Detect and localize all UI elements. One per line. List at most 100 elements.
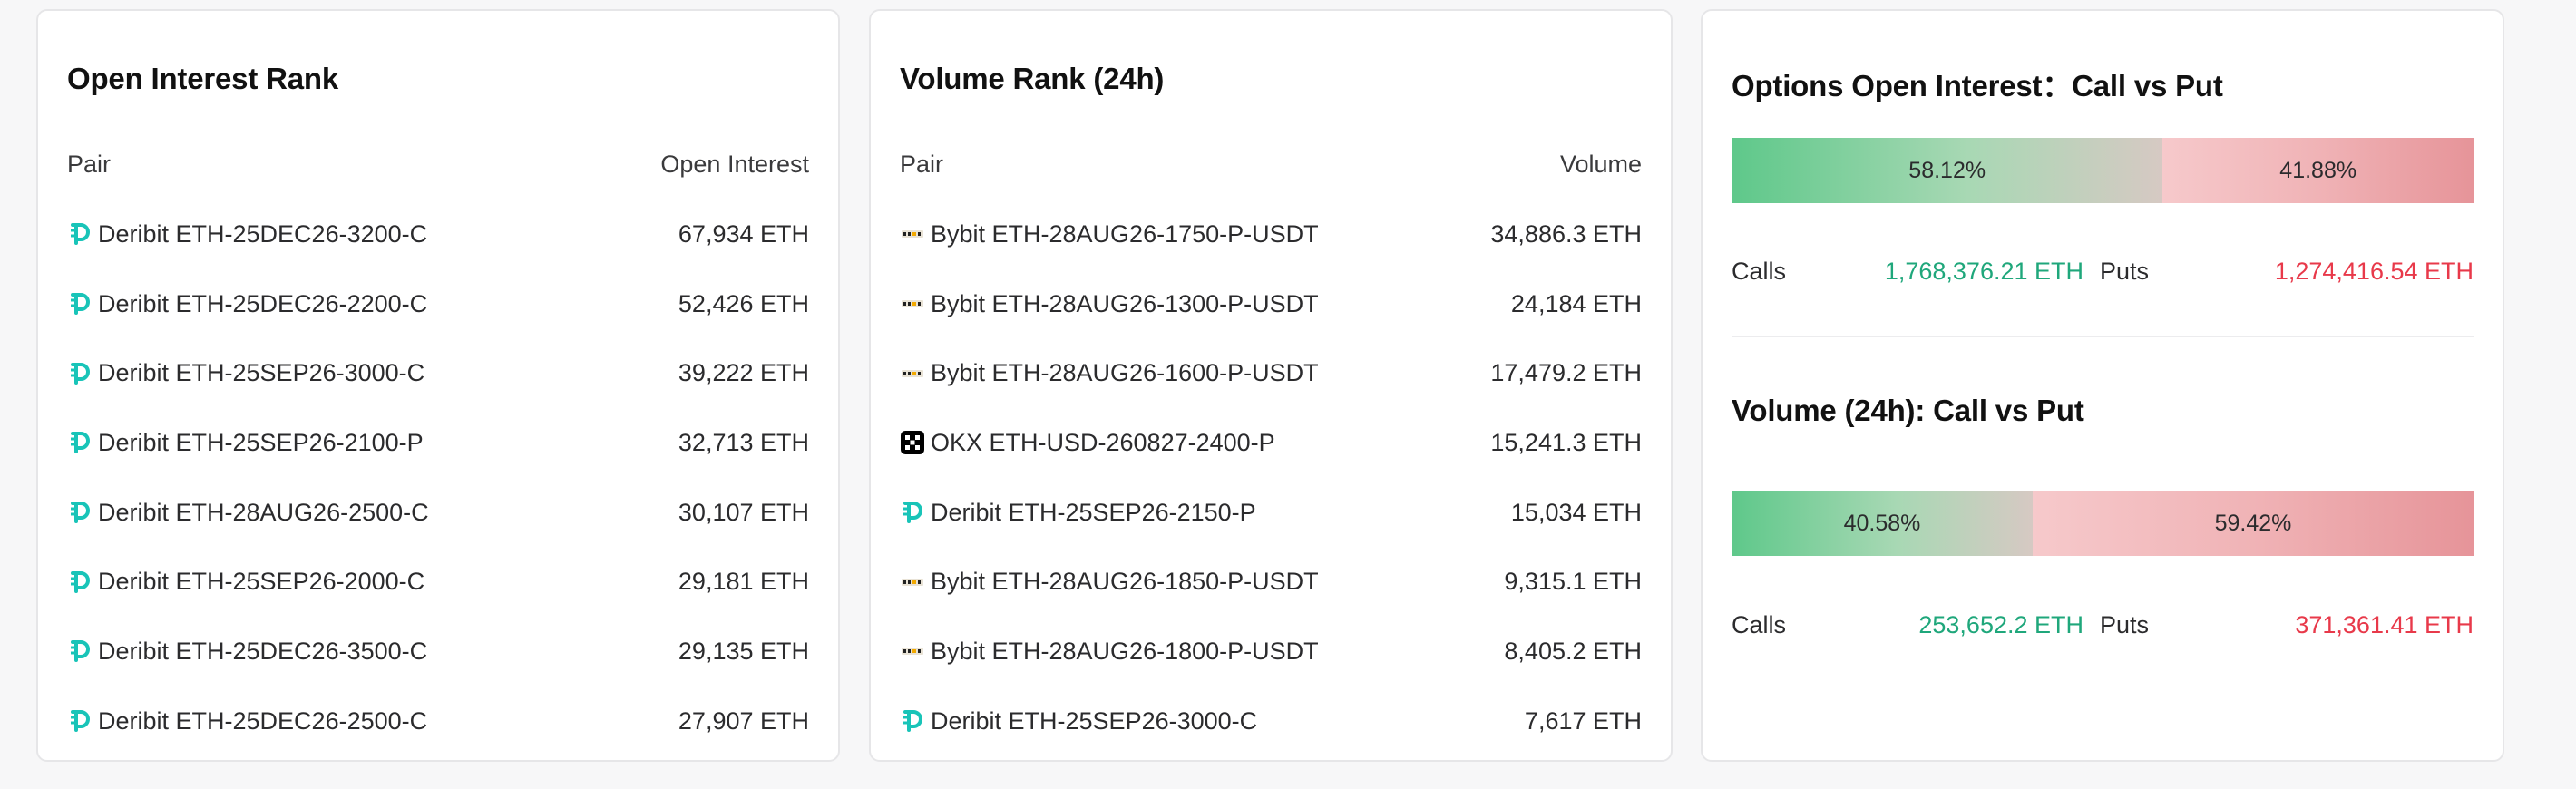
- pair-name[interactable]: Deribit ETH-25SEP26-3000-C: [98, 359, 424, 387]
- volume-row[interactable]: Deribit ETH-25SEP26-3000-C 7,617 ETH: [900, 687, 1642, 756]
- deribit-logo-icon: [67, 500, 98, 525]
- volume-row[interactable]: OKX ETH-USD-260827-2400-P 15,241.3 ETH: [900, 408, 1642, 478]
- pair-name[interactable]: OKX ETH-USD-260827-2400-P: [931, 429, 1275, 457]
- okx-logo-icon: [900, 430, 931, 455]
- open-interest-rank-card: Open Interest Rank Pair Open Interest De…: [36, 9, 840, 762]
- bybit-logo-icon: [900, 570, 931, 595]
- deribit-logo-icon: [67, 708, 98, 734]
- deribit-logo-icon: [67, 361, 98, 386]
- open-interest-row[interactable]: Deribit ETH-25SEP26-2000-C 29,181 ETH: [67, 547, 809, 617]
- pair-name[interactable]: Deribit ETH-25SEP26-2150-P: [931, 499, 1256, 527]
- pair-column-header: Pair: [900, 151, 944, 178]
- open-interest-value: 32,713 ETH: [678, 428, 809, 456]
- options-oi-totals: Calls 1,768,376.21 ETH Puts 1,274,416.54…: [1732, 258, 2474, 290]
- pair-name[interactable]: Deribit ETH-25DEC26-2200-C: [98, 290, 427, 318]
- pair-cell: Bybit ETH-28AUG26-1600-P-USDT: [900, 359, 1319, 387]
- options-dashboard: Open Interest Rank Pair Open Interest De…: [0, 0, 2576, 789]
- volume-value: 24,184 ETH: [1510, 289, 1642, 317]
- pair-cell: Deribit ETH-28AUG26-2500-C: [67, 499, 429, 527]
- open-interest-row[interactable]: Deribit ETH-25DEC26-3200-C 67,934 ETH: [67, 200, 809, 269]
- open-interest-row[interactable]: Deribit ETH-25DEC26-3500-C 29,135 ETH: [67, 617, 809, 687]
- open-interest-column-header: Open Interest: [660, 151, 809, 178]
- pair-cell: Bybit ETH-28AUG26-1800-P-USDT: [900, 638, 1319, 666]
- deribit-logo-icon: [67, 291, 98, 317]
- pair-name[interactable]: Bybit ETH-28AUG26-1300-P-USDT: [931, 290, 1319, 318]
- pair-name[interactable]: Bybit ETH-28AUG26-1750-P-USDT: [931, 220, 1319, 248]
- options-oi-call-segment: 58.12%: [1732, 138, 2163, 203]
- options-oi-put-segment: 41.88%: [2162, 138, 2474, 203]
- open-interest-value: 52,426 ETH: [678, 289, 809, 317]
- pair-cell: Deribit ETH-25SEP26-3000-C: [67, 359, 424, 387]
- volume-puts-label: Puts: [2100, 611, 2150, 638]
- pair-name[interactable]: Deribit ETH-25SEP26-3000-C: [931, 707, 1257, 735]
- volume-row[interactable]: Bybit ETH-28AUG26-1300-P-USDT 24,184 ETH: [900, 269, 1642, 339]
- open-interest-table-header: Pair Open Interest: [67, 151, 809, 179]
- options-oi-put-percent: 41.88%: [2279, 157, 2357, 183]
- pair-cell: Bybit ETH-28AUG26-1300-P-USDT: [900, 290, 1319, 318]
- pair-cell: Deribit ETH-25DEC26-3500-C: [67, 638, 427, 666]
- volume-call-segment: 40.58%: [1732, 491, 2033, 556]
- volume-value: 15,241.3 ETH: [1490, 428, 1642, 456]
- bybit-logo-icon: [900, 638, 931, 664]
- pair-name[interactable]: Bybit ETH-28AUG26-1850-P-USDT: [931, 568, 1319, 596]
- pair-cell: Bybit ETH-28AUG26-1750-P-USDT: [900, 220, 1319, 248]
- volume-row[interactable]: Bybit ETH-28AUG26-1600-P-USDT 17,479.2 ET…: [900, 338, 1642, 408]
- volume-calls-value: 253,652.2 ETH: [1918, 611, 2083, 638]
- deribit-logo-icon: [67, 221, 98, 247]
- volume-value: 9,315.1 ETH: [1504, 568, 1642, 596]
- open-interest-row[interactable]: Deribit ETH-25DEC26-2500-C 27,907 ETH: [67, 687, 809, 756]
- pair-name[interactable]: Deribit ETH-25DEC26-3500-C: [98, 638, 427, 666]
- pair-name[interactable]: Deribit ETH-25DEC26-2500-C: [98, 707, 427, 735]
- pair-cell: Deribit ETH-25SEP26-2000-C: [67, 568, 424, 596]
- pair-name[interactable]: Deribit ETH-25DEC26-3200-C: [98, 220, 427, 248]
- pair-cell: Deribit ETH-25SEP26-2100-P: [67, 429, 424, 457]
- pair-name[interactable]: Bybit ETH-28AUG26-1600-P-USDT: [931, 359, 1319, 387]
- volume-value: 15,034 ETH: [1510, 498, 1642, 526]
- pair-cell: OKX ETH-USD-260827-2400-P: [900, 429, 1275, 457]
- open-interest-value: 29,181 ETH: [678, 568, 809, 596]
- pair-column-header: Pair: [67, 151, 112, 178]
- options-oi-calls-value: 1,768,376.21 ETH: [1884, 258, 2083, 285]
- volume-column-header: Volume: [1559, 151, 1642, 178]
- open-interest-rank-title: Open Interest Rank: [67, 62, 338, 95]
- volume-puts-value: 371,361.41 ETH: [2295, 611, 2474, 638]
- deribit-logo-icon: [900, 708, 931, 734]
- pair-cell: Deribit ETH-25DEC26-3200-C: [67, 220, 427, 248]
- pair-cell: Deribit ETH-25DEC26-2500-C: [67, 707, 427, 735]
- pair-cell: Deribit ETH-25SEP26-2150-P: [900, 499, 1256, 527]
- open-interest-row[interactable]: Deribit ETH-25SEP26-3000-C 39,222 ETH: [67, 338, 809, 408]
- volume-rank-title: Volume Rank (24h): [900, 62, 1165, 95]
- options-oi-puts-label: Puts: [2100, 258, 2150, 285]
- volume-value: 17,479.2 ETH: [1490, 359, 1642, 387]
- options-oi-call-percent: 58.12%: [1908, 157, 1986, 183]
- volume-put-percent: 59.42%: [2214, 510, 2292, 536]
- volume-row[interactable]: Bybit ETH-28AUG26-1750-P-USDT 34,886.3 ET…: [900, 200, 1642, 269]
- pair-name[interactable]: Deribit ETH-28AUG26-2500-C: [98, 499, 429, 527]
- deribit-logo-icon: [67, 638, 98, 664]
- open-interest-row[interactable]: Deribit ETH-25DEC26-2200-C 52,426 ETH: [67, 269, 809, 339]
- open-interest-value: 27,907 ETH: [678, 706, 809, 735]
- open-interest-row[interactable]: Deribit ETH-28AUG26-2500-C 30,107 ETH: [67, 478, 809, 548]
- open-interest-value: 67,934 ETH: [678, 219, 809, 248]
- volume-call-put-title: Volume (24h): Call vs Put: [1732, 394, 2084, 427]
- pair-name[interactable]: Deribit ETH-25SEP26-2000-C: [98, 568, 424, 596]
- open-interest-rows: Deribit ETH-25DEC26-3200-C 67,934 ETH Deri…: [67, 200, 809, 756]
- deribit-logo-icon: [900, 500, 931, 525]
- options-oi-ratio-bar: 58.12% 41.88%: [1732, 138, 2474, 203]
- pair-name[interactable]: Deribit ETH-25SEP26-2100-P: [98, 429, 424, 457]
- volume-row[interactable]: Bybit ETH-28AUG26-1850-P-USDT 9,315.1 ETH: [900, 547, 1642, 617]
- volume-table-header: Pair Volume: [900, 151, 1642, 179]
- bybit-logo-icon: [900, 291, 931, 317]
- volume-row[interactable]: Bybit ETH-28AUG26-1800-P-USDT 8,405.2 ETH: [900, 617, 1642, 687]
- bybit-logo-icon: [900, 221, 931, 247]
- volume-ratio-bar: 40.58% 59.42%: [1732, 491, 2474, 556]
- volume-value: 34,886.3 ETH: [1490, 219, 1642, 248]
- open-interest-value: 30,107 ETH: [678, 498, 809, 526]
- pair-name[interactable]: Bybit ETH-28AUG26-1800-P-USDT: [931, 638, 1319, 666]
- volume-value: 8,405.2 ETH: [1504, 637, 1642, 665]
- open-interest-row[interactable]: Deribit ETH-25SEP26-2100-P 32,713 ETH: [67, 408, 809, 478]
- volume-rank-card: Volume Rank (24h) Pair Volume Bybit ETH-…: [869, 9, 1673, 762]
- volume-row[interactable]: Deribit ETH-25SEP26-2150-P 15,034 ETH: [900, 478, 1642, 548]
- pair-cell: Bybit ETH-28AUG26-1850-P-USDT: [900, 568, 1319, 596]
- options-oi-title: Options Open Interest：Call vs Put: [1732, 69, 2223, 102]
